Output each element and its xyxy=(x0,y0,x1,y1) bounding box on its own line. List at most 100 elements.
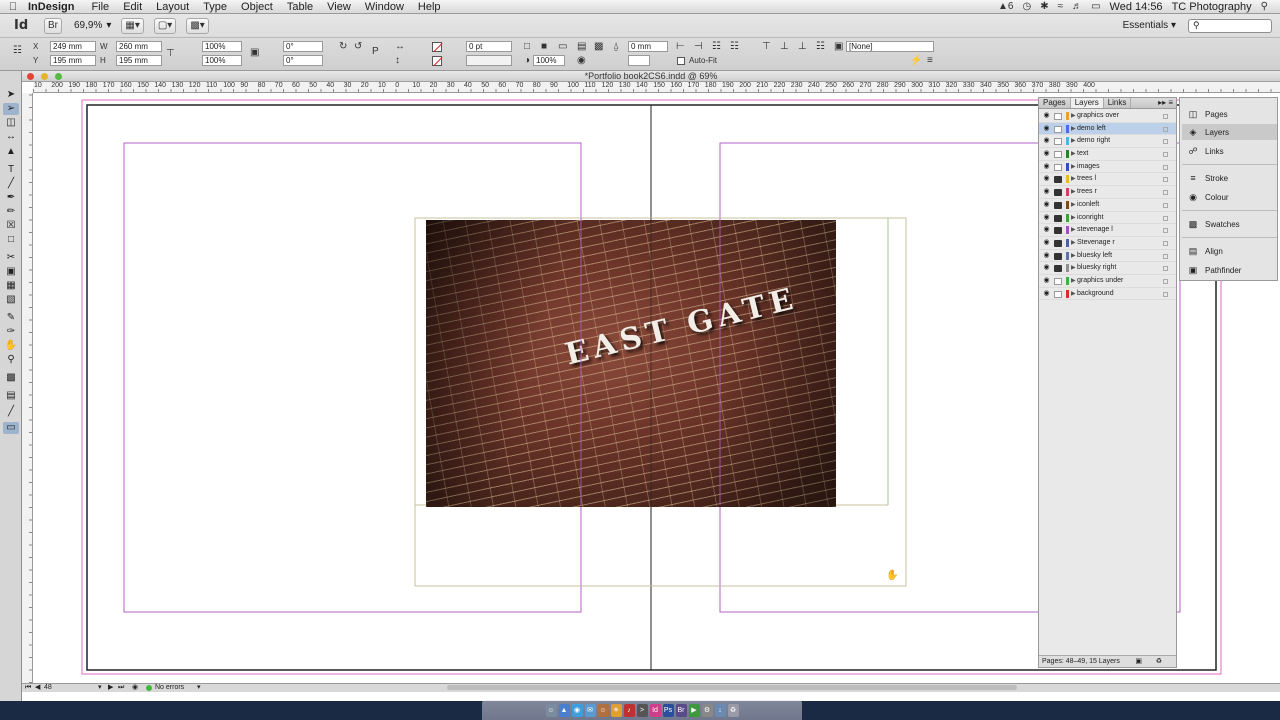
reference-point-icon[interactable]: ☷ xyxy=(13,45,22,57)
menu-file[interactable]: File xyxy=(84,1,116,13)
align-middle-icon[interactable]: ⊥ xyxy=(780,41,789,53)
layer-row[interactable]: ◉ ▶ stevenage l xyxy=(1039,224,1176,237)
rotate-cw-icon[interactable]: ↻ xyxy=(339,41,347,53)
text-wrap-box-icon[interactable]: ▩ xyxy=(594,41,603,53)
expand-layer-icon[interactable]: ▶ xyxy=(1071,250,1076,262)
expand-layer-icon[interactable]: ▶ xyxy=(1071,173,1076,185)
layer-lock-toggle[interactable] xyxy=(1054,189,1062,197)
bluetooth-icon[interactable]: ✱ xyxy=(1040,1,1048,12)
panel-colour[interactable]: ◉ Colour xyxy=(1182,189,1277,205)
expand-layer-icon[interactable]: ▶ xyxy=(1071,110,1076,122)
new-layer-icon[interactable]: ▣ xyxy=(1135,656,1142,667)
layer-row[interactable]: ◉ ▶ iconright xyxy=(1039,212,1176,225)
layer-lock-toggle[interactable] xyxy=(1054,113,1062,120)
align-horizontal-centers-icon[interactable]: ⊣ xyxy=(694,41,703,53)
constrain-proportions-icon[interactable]: ⊤ xyxy=(166,48,175,60)
offset-field[interactable]: 0 mm xyxy=(628,41,668,52)
menu-type[interactable]: Type xyxy=(196,1,234,13)
layer-row[interactable]: ◉ ▶ graphics over xyxy=(1039,110,1176,123)
layer-target-icon[interactable] xyxy=(1163,291,1168,297)
layer-target-icon[interactable] xyxy=(1163,253,1168,259)
zoom-tool-icon[interactable]: ⚲ xyxy=(3,354,19,366)
layer-target-icon[interactable] xyxy=(1163,240,1168,246)
menu-layout[interactable]: Layout xyxy=(149,1,196,13)
expand-layer-icon[interactable]: ▶ xyxy=(1071,135,1076,147)
flip-horizontal-icon[interactable]: ↔ xyxy=(395,41,405,53)
align-bottom-icon[interactable]: ⊥ xyxy=(798,41,807,53)
rotation-field[interactable]: 0° xyxy=(283,41,323,52)
layer-target-icon[interactable] xyxy=(1163,164,1168,170)
flip-vertical-icon[interactable]: ↕ xyxy=(395,55,400,67)
workspace-switcher[interactable]: Essentials ▾ xyxy=(1123,20,1176,31)
help-search-input[interactable]: ⚲ xyxy=(1188,18,1272,33)
scale-y-field[interactable]: 100% xyxy=(202,55,242,66)
visibility-eye-icon[interactable]: ◉ xyxy=(1042,212,1051,224)
trash-icon[interactable]: ♻ xyxy=(727,703,739,717)
expand-layer-icon[interactable]: ▶ xyxy=(1071,288,1076,300)
horizontal-scrollbar[interactable] xyxy=(447,685,1017,690)
screen-mode-icon[interactable]: ▭ xyxy=(3,422,19,434)
layer-target-icon[interactable] xyxy=(1163,215,1168,221)
layer-lock-toggle[interactable] xyxy=(1054,265,1062,273)
visibility-eye-icon[interactable]: ◉ xyxy=(1042,123,1051,135)
layer-row[interactable]: ◉ ▶ demo right xyxy=(1039,135,1176,149)
layer-lock-toggle[interactable] xyxy=(1054,239,1062,247)
apply-none-icon[interactable]: ╱ xyxy=(3,406,19,418)
safari-icon[interactable]: ◉ xyxy=(571,703,583,717)
minimize-window-button[interactable] xyxy=(41,73,48,80)
layer-target-icon[interactable] xyxy=(1163,177,1168,183)
layer-target-icon[interactable] xyxy=(1163,228,1168,234)
layer-row[interactable]: ◉ ▶ trees l xyxy=(1039,173,1176,187)
arrange-documents-button[interactable]: ▩▾ xyxy=(186,17,209,34)
layer-target-icon[interactable] xyxy=(1163,202,1168,208)
line-tool-icon[interactable]: ╱ xyxy=(3,178,19,190)
x-position-field[interactable]: 249 mm xyxy=(50,41,96,52)
menubar-user[interactable]: TC Photography xyxy=(1172,1,1252,13)
fill-stroke-swatch-icon[interactable]: ▩ xyxy=(3,372,19,384)
layer-row[interactable]: ◉ ▶ trees r xyxy=(1039,186,1176,199)
tab-layers[interactable]: Layers xyxy=(1070,98,1104,108)
expand-layer-icon[interactable]: ▶ xyxy=(1071,186,1076,198)
bridge-button[interactable]: Br xyxy=(44,17,62,34)
fit-content-icon[interactable]: ■ xyxy=(541,41,547,53)
layer-row[interactable]: ◉ ▶ background xyxy=(1039,288,1176,301)
preferences-icon[interactable]: ⚙ xyxy=(701,703,713,717)
expand-layer-icon[interactable]: ▶ xyxy=(1071,123,1076,135)
expand-layer-icon[interactable]: ▶ xyxy=(1071,262,1076,274)
mail-icon[interactable]: ✉ xyxy=(584,703,596,717)
frame-fitting-icon[interactable]: □ xyxy=(524,41,530,53)
adobe-status-icon[interactable]: ▲6 xyxy=(998,1,1013,12)
type-tool-icon[interactable]: T xyxy=(3,164,19,176)
menu-help[interactable]: Help xyxy=(411,1,448,13)
visibility-eye-icon[interactable]: ◉ xyxy=(1042,262,1051,274)
menubar-clock[interactable]: Wed 14:56 xyxy=(1110,1,1163,13)
panel-swatches[interactable]: ▩ Swatches xyxy=(1182,216,1277,232)
terminal-icon[interactable]: > xyxy=(636,703,648,717)
photoshop-icon[interactable]: Ps xyxy=(662,703,674,717)
launchpad-icon[interactable]: ▲ xyxy=(558,703,570,717)
app-menu[interactable]: InDesign xyxy=(26,1,84,13)
visibility-eye-icon[interactable]: ◉ xyxy=(1042,237,1051,249)
scissors-tool-icon[interactable]: ✂ xyxy=(3,252,19,264)
panel-layers[interactable]: ◈ Layers xyxy=(1182,124,1277,140)
time-machine-icon[interactable]: ◷ xyxy=(1022,1,1031,12)
tab-pages[interactable]: Pages xyxy=(1039,98,1071,108)
page-tool-icon[interactable]: ◫ xyxy=(3,117,19,129)
layer-row[interactable]: ◉ ▶ Stevenage r xyxy=(1039,237,1176,250)
expand-layer-icon[interactable]: ▶ xyxy=(1071,148,1076,160)
opacity-field[interactable]: 100% xyxy=(533,55,565,66)
layer-row[interactable]: ◉ ▶ images xyxy=(1039,161,1176,174)
tab-links[interactable]: Links xyxy=(1104,98,1132,108)
zoom-level[interactable]: 69,9% ▾ xyxy=(74,20,111,31)
preflight-icon[interactable]: ◉ xyxy=(132,684,138,692)
close-window-button[interactable] xyxy=(27,73,34,80)
vertical-ruler[interactable] xyxy=(22,93,33,683)
bridge-icon[interactable]: Br xyxy=(675,703,687,717)
eyedropper-tool-icon[interactable]: ✑ xyxy=(3,326,19,338)
layer-row[interactable]: ◉ ▶ bluesky right xyxy=(1039,262,1176,275)
hand-tool-icon[interactable]: ✋ xyxy=(3,340,19,352)
menu-edit[interactable]: Edit xyxy=(116,1,149,13)
last-page-icon[interactable]: ⏭ xyxy=(118,684,124,692)
spotlight-icon[interactable]: ⚲ xyxy=(1261,1,1268,12)
layer-row[interactable]: ◉ ▶ bluesky left xyxy=(1039,250,1176,263)
